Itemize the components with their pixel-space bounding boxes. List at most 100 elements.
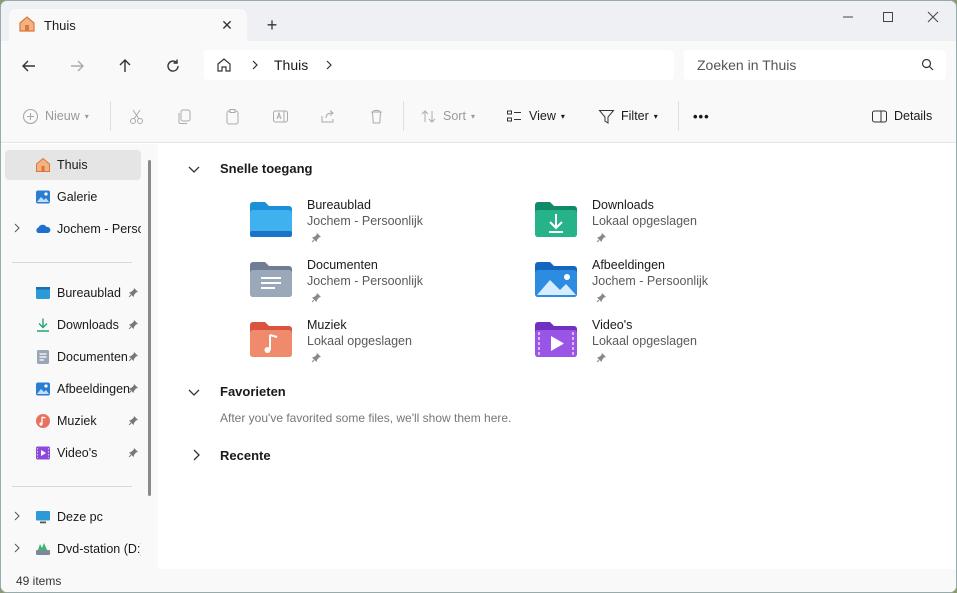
close-window-button[interactable]: [913, 5, 953, 29]
chevron-right-icon[interactable]: [13, 543, 21, 556]
sidebar-item-label: Muziek: [57, 414, 97, 428]
sidebar-item-dvd[interactable]: Dvd-station (D:): [5, 534, 141, 564]
sidebar-item-deze-pc[interactable]: Deze pc: [5, 502, 141, 532]
pin-icon[interactable]: [128, 383, 139, 397]
videos-icon: [36, 446, 50, 460]
pin-icon[interactable]: [128, 447, 139, 461]
quick-access-item-documenten[interactable]: Documenten Jochem - Persoonlijk: [249, 258, 509, 314]
chevron-right-icon[interactable]: [324, 59, 334, 74]
details-button[interactable]: Details: [871, 104, 932, 128]
sidebar-item-documenten[interactable]: Documenten: [5, 342, 141, 372]
desktop-folder-icon: [250, 202, 292, 237]
sidebar-item-videos[interactable]: Video's: [5, 438, 141, 468]
chevron-down-icon[interactable]: [188, 163, 200, 178]
new-tab-button[interactable]: +: [261, 14, 283, 36]
chevron-right-icon[interactable]: [13, 223, 21, 236]
command-bar: Nieuw ▾ Sort ▾ View ▾ Filter ▾ ••• Detai…: [1, 89, 956, 143]
paste-button[interactable]: [224, 104, 247, 128]
chevron-right-icon[interactable]: [250, 59, 260, 74]
new-button[interactable]: Nieuw ▾: [22, 104, 89, 128]
search-icon[interactable]: [921, 58, 934, 74]
search-input[interactable]: Zoeken in Thuis: [684, 50, 946, 80]
sidebar-item-galerie[interactable]: Galerie: [5, 182, 141, 212]
pictures-folder-icon: [535, 262, 577, 297]
quick-access-item-downloads[interactable]: Downloads Lokaal opgeslagen: [534, 198, 794, 254]
sidebar-item-afbeeldingen[interactable]: Afbeeldingen: [5, 374, 141, 404]
sidebar-item-muziek[interactable]: Muziek: [5, 406, 141, 436]
back-button[interactable]: [16, 53, 42, 79]
sidebar-scrollbar[interactable]: [148, 160, 151, 496]
maximize-button[interactable]: [868, 5, 908, 29]
title-bar: Thuis ✕ +: [1, 1, 956, 41]
refresh-button[interactable]: [160, 53, 186, 79]
home-icon[interactable]: [216, 57, 232, 76]
section-snelle-toegang[interactable]: Snelle toegang: [188, 161, 313, 178]
pictures-icon: [36, 382, 50, 396]
sidebar-item-bureaublad[interactable]: Bureaublad: [5, 278, 141, 308]
chevron-down-icon[interactable]: [188, 386, 200, 401]
sidebar-item-label: Jochem - Persoonlijk: [57, 222, 141, 236]
sidebar-item-downloads[interactable]: Downloads: [5, 310, 141, 340]
desktop-icon: [36, 287, 50, 299]
item-location: Lokaal opgeslagen: [592, 214, 697, 228]
pin-icon[interactable]: [596, 352, 607, 366]
section-title: Snelle toegang: [220, 161, 313, 176]
pin-icon[interactable]: [128, 319, 139, 333]
pin-icon[interactable]: [311, 352, 322, 366]
pin-icon[interactable]: [596, 292, 607, 306]
item-location: Jochem - Persoonlijk: [307, 214, 424, 228]
more-options-button[interactable]: •••: [693, 104, 710, 128]
chevron-right-icon[interactable]: [191, 449, 201, 464]
pin-icon[interactable]: [128, 351, 139, 365]
copy-icon: [178, 109, 191, 124]
section-recente[interactable]: Recente: [189, 448, 271, 463]
view-button[interactable]: View ▾: [506, 104, 565, 128]
videos-folder-icon: [535, 322, 577, 357]
details-pane-icon: [872, 110, 887, 122]
pin-icon[interactable]: [596, 232, 607, 246]
pin-icon[interactable]: [311, 292, 322, 306]
up-button[interactable]: [112, 53, 138, 79]
chevron-right-icon[interactable]: [13, 511, 21, 524]
item-name: Video's: [592, 318, 633, 332]
sidebar-item-onedrive[interactable]: Jochem - Persoonlijk: [5, 214, 141, 244]
quick-access-item-afbeeldingen[interactable]: Afbeeldingen Jochem - Persoonlijk: [534, 258, 794, 314]
cut-button[interactable]: [128, 104, 151, 128]
sort-button[interactable]: Sort ▾: [420, 104, 475, 128]
address-bar[interactable]: Thuis: [204, 50, 674, 80]
quick-access-item-videos[interactable]: Video's Lokaal opgeslagen: [534, 318, 794, 374]
filter-icon: [598, 109, 615, 124]
sidebar-item-label: Documenten: [57, 350, 128, 364]
quick-access-item-bureaublad[interactable]: Bureaublad Jochem - Persoonlijk: [249, 198, 509, 254]
forward-button[interactable]: [64, 53, 90, 79]
section-title: Favorieten: [220, 384, 286, 399]
pin-icon[interactable]: [128, 415, 139, 429]
search-placeholder: Zoeken in Thuis: [697, 57, 797, 73]
pin-icon[interactable]: [311, 232, 322, 246]
clipboard-icon: [226, 108, 239, 124]
details-label: Details: [894, 109, 933, 123]
pin-icon[interactable]: [128, 287, 139, 301]
scissors-icon: [130, 109, 143, 124]
tab-thuis[interactable]: Thuis ✕: [9, 9, 247, 41]
quick-access-item-muziek[interactable]: Muziek Lokaal opgeslagen: [249, 318, 509, 374]
delete-button[interactable]: [368, 104, 391, 128]
filter-button[interactable]: Filter ▾: [598, 104, 658, 128]
minimize-button[interactable]: [828, 5, 868, 29]
sidebar-item-thuis[interactable]: Thuis: [5, 150, 141, 180]
music-folder-icon: [250, 322, 292, 357]
dvd-icon: [36, 543, 50, 555]
tab-close-icon[interactable]: ✕: [217, 15, 237, 35]
section-favorieten[interactable]: Favorieten: [188, 384, 286, 401]
breadcrumb-thuis[interactable]: Thuis: [274, 57, 308, 73]
documents-folder-icon: [250, 262, 292, 297]
gallery-icon: [36, 190, 50, 204]
sidebar-item-label: Galerie: [57, 190, 98, 204]
rename-button[interactable]: [272, 104, 295, 128]
item-location: Lokaal opgeslagen: [307, 334, 412, 348]
home-icon: [18, 15, 36, 36]
item-location: Jochem - Persoonlijk: [307, 274, 424, 288]
share-button[interactable]: [320, 104, 343, 128]
copy-button[interactable]: [176, 104, 199, 128]
rename-icon: [273, 110, 288, 122]
